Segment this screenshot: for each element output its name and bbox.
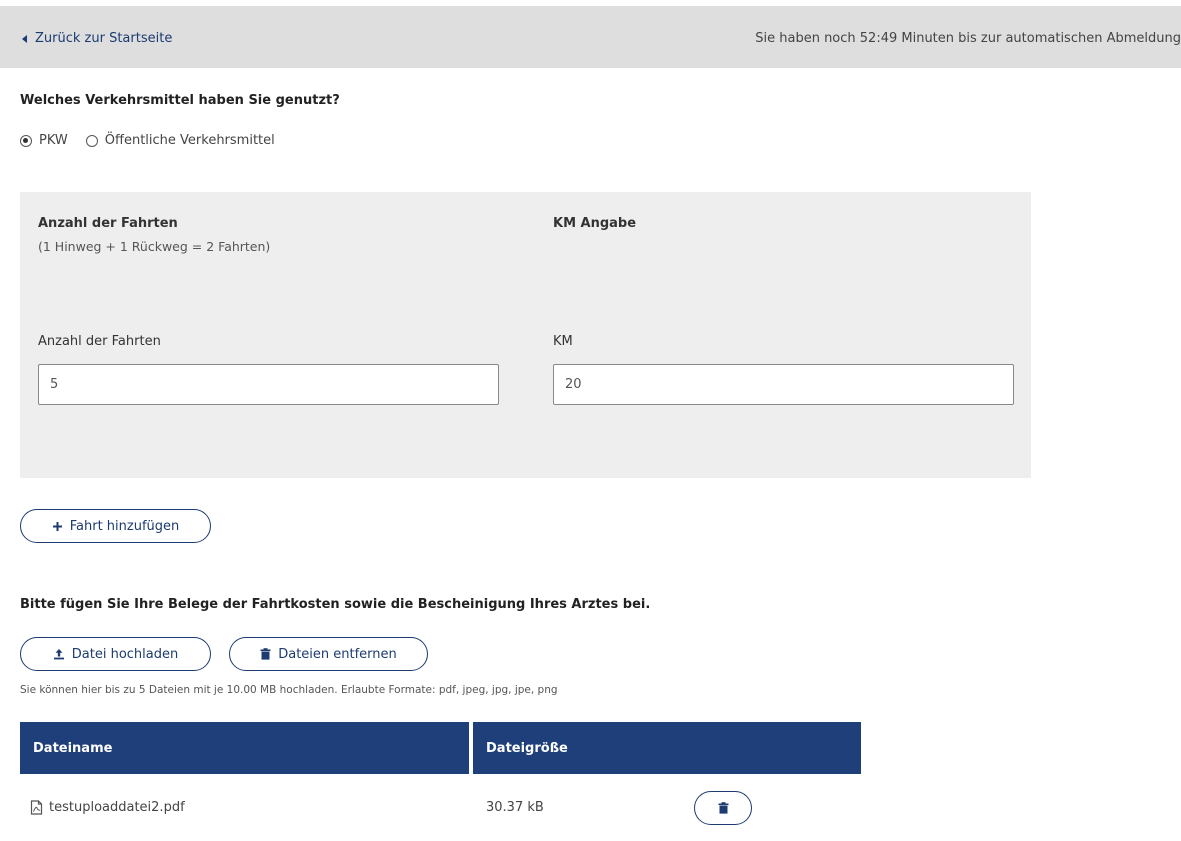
transport-radio-group: PKW Öffentliche Verkehrsmittel [20,133,275,148]
remove-files-button[interactable]: Dateien entfernen [229,637,428,671]
top-bar: Zurück zur Startseite Sie haben noch 52:… [0,6,1181,68]
upload-icon [53,649,64,660]
radio-public-transport[interactable]: Öffentliche Verkehrsmittel [85,133,275,148]
transport-question: Welches Verkehrsmittel haben Sie genutzt… [20,93,340,108]
file-size: 30.37 kB [486,799,544,815]
file-name: testuploaddatei2.pdf [49,799,185,815]
add-trip-label: Fahrt hinzufügen [69,518,180,534]
trips-count-label: Anzahl der Fahrten [38,334,161,349]
back-link-label: Zurück zur Startseite [35,31,173,46]
upload-file-button[interactable]: Datei hochladen [20,637,211,671]
radio-public-transport-label: Öffentliche Verkehrsmittel [104,133,275,148]
km-label: KM [553,334,573,349]
session-timer-text: Sie haben noch 52:49 Minuten bis zur aut… [755,31,1181,46]
trip-panel: Anzahl der Fahrten (1 Hinweg + 1 Rückweg… [20,192,1031,478]
caret-left-icon [22,34,27,43]
delete-file-button[interactable] [694,791,752,825]
trips-count-input[interactable] [38,364,499,405]
upload-limits-note: Sie können hier bis zu 5 Dateien mit je … [20,684,558,696]
radio-checked-icon [20,134,32,147]
trash-icon [260,648,271,660]
back-to-home-link[interactable]: Zurück zur Startseite [22,31,172,46]
trips-heading: Anzahl der Fahrten [38,216,178,231]
upload-instruction: Bitte fügen Sie Ihre Belege der Fahrtkos… [20,597,651,612]
km-heading: KM Angabe [553,216,637,231]
table-header-filename: Dateiname [20,722,469,774]
add-trip-button[interactable]: Fahrt hinzufügen [20,509,211,543]
pdf-file-icon [30,799,43,815]
radio-unchecked-icon [85,134,98,147]
remove-files-label: Dateien entfernen [278,646,397,662]
radio-pkw[interactable]: PKW [20,133,68,148]
km-input[interactable] [553,364,1014,405]
upload-file-label: Datei hochladen [71,646,179,662]
plus-icon [52,521,62,531]
trash-icon [718,802,728,814]
table-header-filesize: Dateigröße [473,722,861,774]
file-name-cell: testuploaddatei2.pdf [30,797,185,817]
trips-hint: (1 Hinweg + 1 Rückweg = 2 Fahrten) [38,239,271,254]
radio-pkw-label: PKW [39,133,68,148]
